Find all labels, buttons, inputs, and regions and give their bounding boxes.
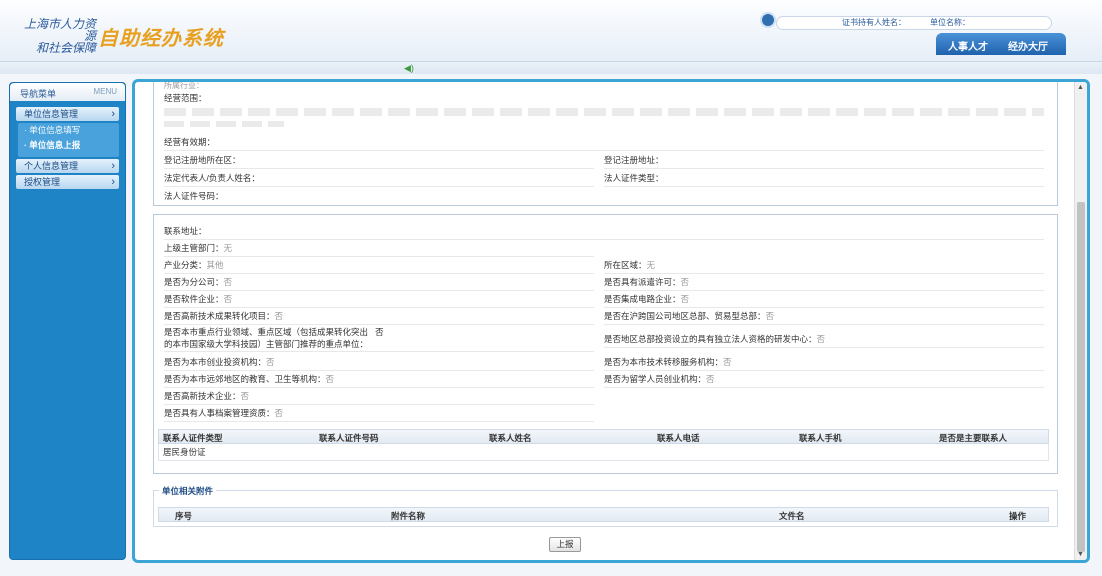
dispatch-license-row: 是否具有派遣许可：否 [604, 274, 1044, 291]
sidebar-item-authorization[interactable]: 授权管理 › [16, 175, 119, 189]
sidebar: 导航菜单 MENU 单位信息管理 › · 单位信息填写 · 单位信息上报 个人信… [9, 82, 126, 560]
chevron-right-icon: › [111, 176, 115, 188]
tech-transfer-row: 是否为本市技术转移服务机构：否 [604, 354, 1044, 371]
ic-enterprise-row: 是否集成电路企业：否 [604, 291, 1044, 308]
hitech-enterprise-row: 是否高新技术企业：否 [164, 388, 594, 405]
reg-area-row: 登记注册地所在区： [164, 152, 594, 169]
business-scope-label: 经营范围： [164, 93, 207, 103]
sidebar-title: 导航菜单 [20, 89, 57, 99]
sidebar-item-label: 单位信息管理 [24, 109, 79, 119]
user-info-bar: 证书持有人姓名： 单位名称： [776, 16, 1052, 30]
hitech-project-row: 是否高新技术成果转化项目：否 [164, 308, 594, 325]
contact-table-header: 联系人证件类型 联系人证件号码 联系人姓名 联系人电话 联系人手机 是否是主要联… [158, 429, 1049, 444]
user-avatar-icon [760, 12, 776, 28]
scrollbar-thumb[interactable] [1077, 202, 1085, 552]
sidebar-item-label: 个人信息管理 [24, 161, 79, 171]
sidebar-item-unit-info[interactable]: 单位信息管理 › [16, 107, 119, 121]
attachments-legend: 单位相关附件 [159, 485, 217, 497]
sidebar-subitem-fill[interactable]: · 单位信息填写 [18, 123, 119, 138]
sidebar-header: 导航菜单 MENU [10, 83, 125, 101]
chevron-right-icon: › [111, 160, 115, 172]
unit-name-label: 单位名称： [930, 18, 970, 27]
tab-service-hall[interactable]: 经办大厅 [1008, 38, 1048, 53]
reg-address-row: 登记注册地址： [604, 152, 1044, 169]
business-scope-text-cut [164, 108, 1044, 116]
sidebar-item-label: 授权管理 [24, 177, 61, 187]
logo-line1: 上海市人力资源 [23, 17, 96, 43]
logo-line2: 和社会保障 [35, 41, 96, 55]
business-scope-text-cut-2 [164, 121, 284, 127]
software-enterprise-row: 是否软件企业：否 [164, 291, 594, 308]
tab-hr-talent[interactable]: 人事人才 [948, 38, 988, 53]
contact-info-panel: 联系地址： 上级主管部门：无 产业分类：其他 所在区域：无 是否为分公司：否 是… [153, 214, 1058, 474]
basic-info-panel: 所属行业： 经营范围： 经营有效期： 登记注册地所在区： 登记注册地址： 法定代… [153, 82, 1058, 206]
scroll-up-icon[interactable]: ▲ [1077, 84, 1084, 91]
submit-button[interactable]: 上报 [549, 537, 581, 552]
chevron-right-icon: › [111, 108, 115, 120]
region-row: 所在区域：无 [604, 257, 1044, 274]
vertical-scrollbar[interactable]: ▲ ▼ [1074, 82, 1087, 560]
industry-class-row: 产业分类：其他 [164, 257, 594, 274]
speaker-icon[interactable]: ◀) [404, 63, 414, 74]
app-header: 上海市人力资源 和社会保障 自助经办系统 证书持有人姓名： 单位名称： 人事人才… [0, 0, 1102, 62]
header-strip [0, 62, 1102, 74]
vc-institution-row: 是否为本市创业投资机构：否 [164, 354, 594, 371]
main-content: ▲ ▼ 所属行业： 经营范围： 经营有效期： 登记注册地所在区： 登记注册地址：… [132, 79, 1090, 563]
app-title: 自助经办系统 [98, 26, 224, 50]
logo-org: 上海市人力资源 和社会保障 [22, 18, 96, 54]
superior-dept-row: 上级主管部门：无 [164, 240, 594, 257]
sidebar-subitem-report[interactable]: · 单位信息上报 [18, 138, 119, 153]
sidebar-submenu: · 单位信息填写 · 单位信息上报 [18, 123, 119, 157]
attachments-table-header: 序号 附件名称 文件名 操作 [158, 507, 1049, 522]
top-nav: 人事人才 经办大厅 [936, 33, 1066, 55]
sidebar-title-en: MENU [93, 87, 117, 96]
suburb-institution-row: 是否为本市远郊地区的教育、卫生等机构：否 [164, 371, 594, 388]
sidebar-item-personal-info[interactable]: 个人信息管理 › [16, 159, 119, 173]
business-period-row: 经营有效期： [164, 134, 1044, 151]
cert-holder-label: 证书持有人姓名： [842, 18, 906, 27]
rd-center-row: 是否地区总部投资设立的具有独立法人资格的研发中心：否 [604, 331, 1044, 348]
is-branch-row: 是否为分公司：否 [164, 274, 594, 291]
scroll-down-icon[interactable]: ▼ [1077, 551, 1084, 558]
legal-rep-row: 法定代表人/负责人姓名： [164, 170, 594, 187]
table-row: 居民身份证 [158, 444, 1049, 461]
attachments-panel: 序号 附件名称 文件名 操作 [153, 490, 1058, 527]
returnee-startup-row: 是否为留学人员创业机构：否 [604, 371, 1044, 388]
archive-qualification-row: 是否具有人事档案管理资质：否 [164, 405, 594, 422]
hq-row: 是否在沪跨国公司地区总部、贸易型总部：否 [604, 308, 1044, 325]
legal-id-no-row: 法人证件号码： [164, 191, 224, 201]
key-unit-row: 是否本市重点行业领域、重点区域（包括成果转化突出 否 的本市国家级大学科技园）主… [164, 326, 594, 352]
legal-id-type-row: 法人证件类型： [604, 170, 1044, 187]
contact-address-row: 联系地址： [164, 223, 1044, 240]
